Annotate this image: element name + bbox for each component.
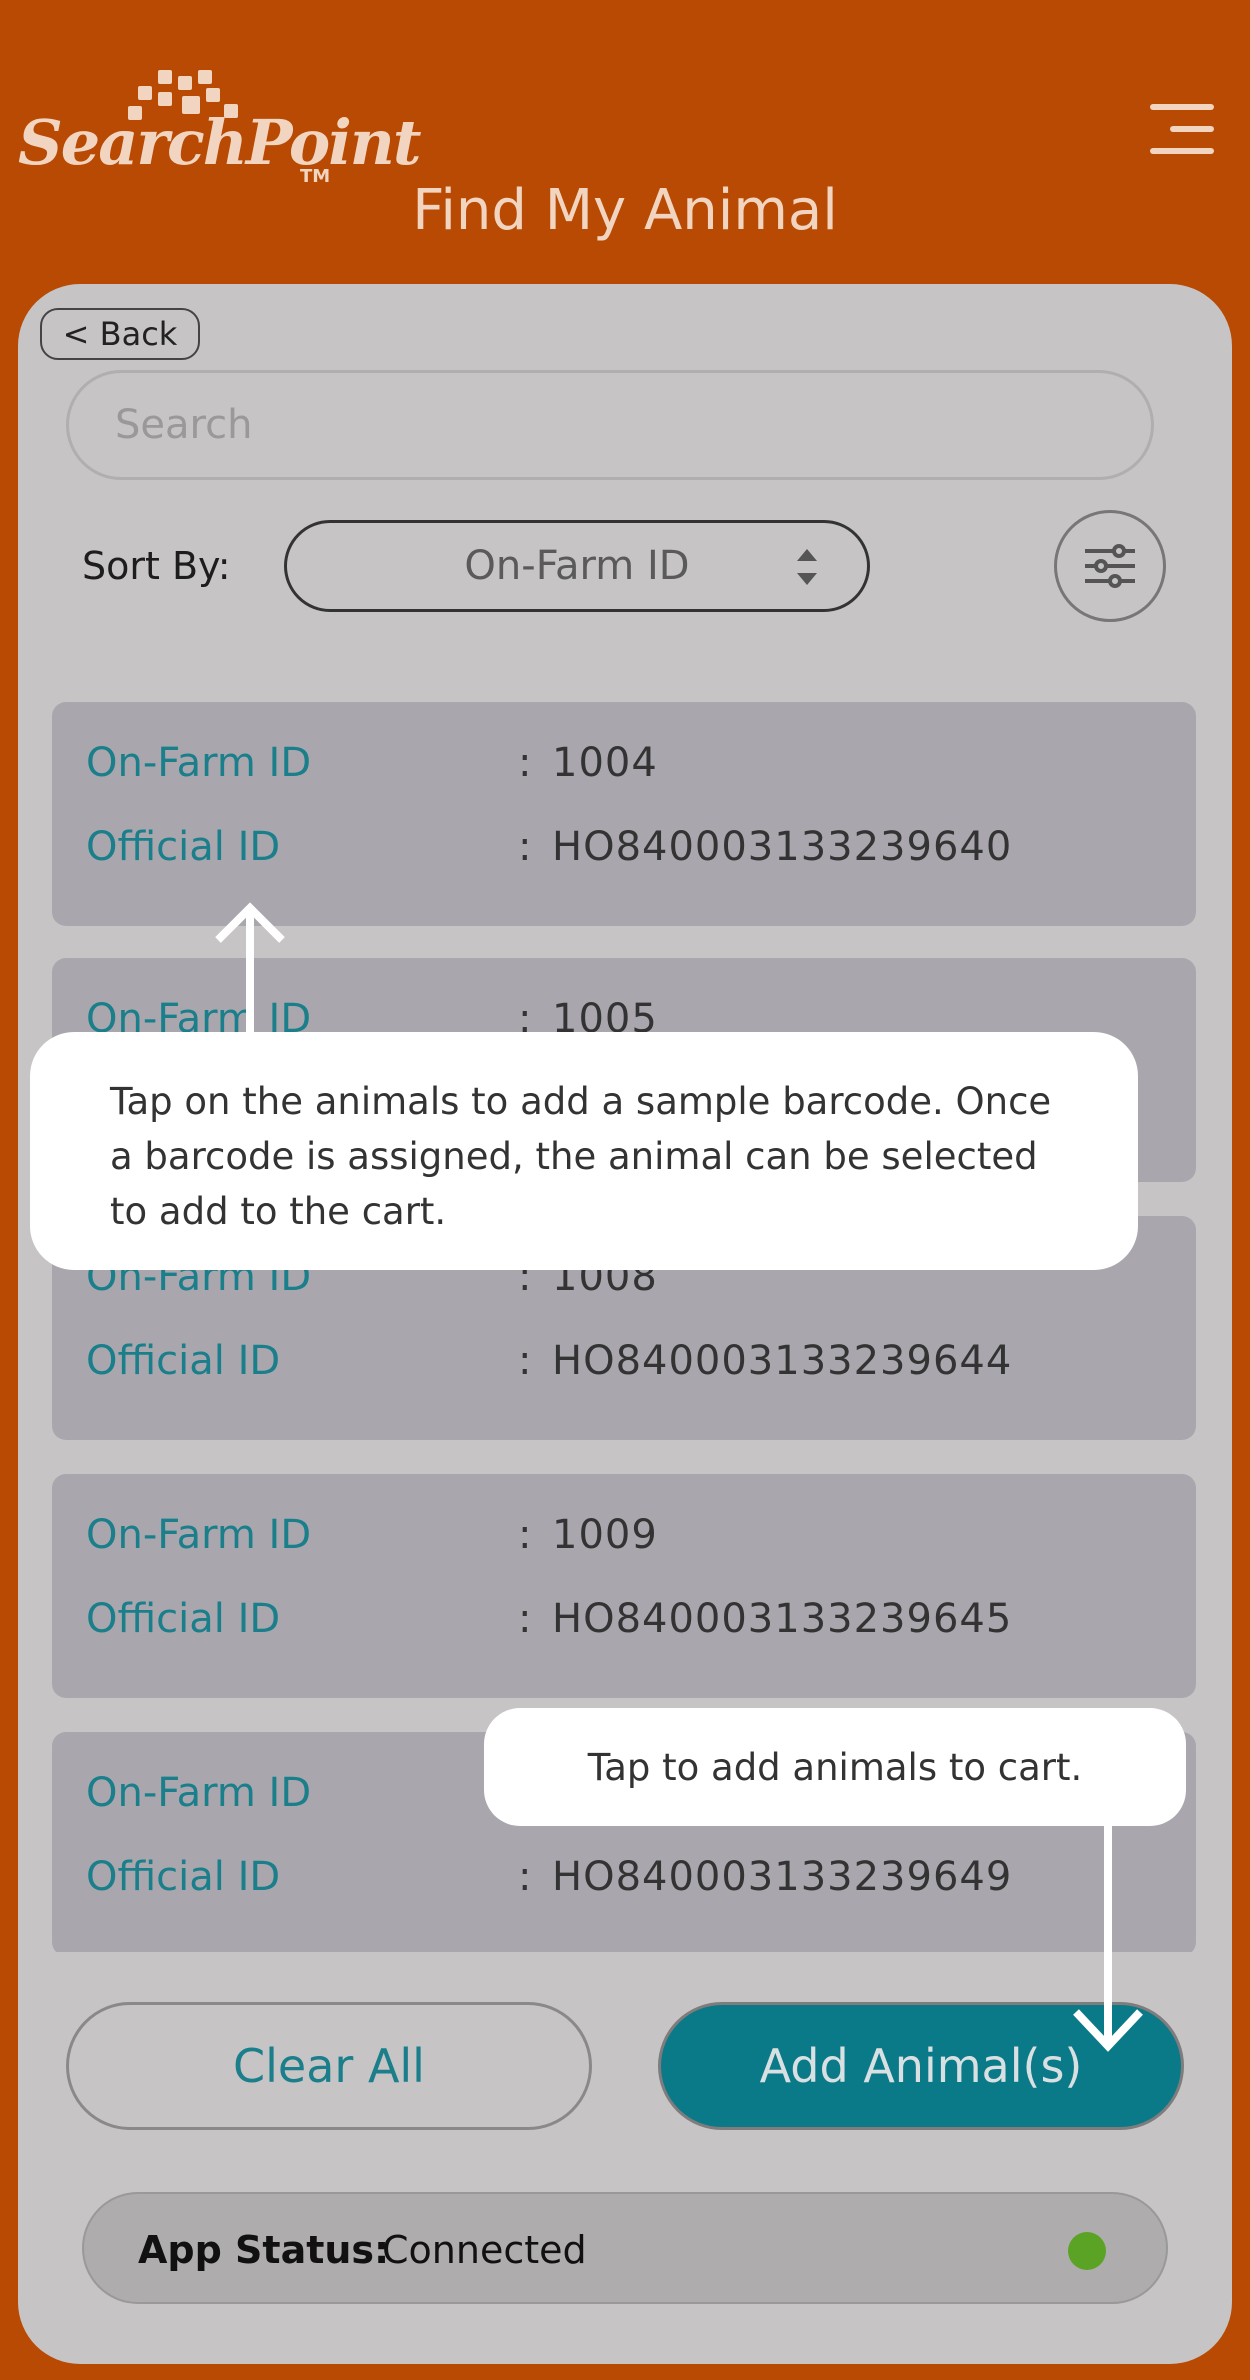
searchpoint-logo: SearchPoint TM [18,66,421,196]
filter-button[interactable] [1054,510,1166,622]
sort-label: Sort By: [82,544,231,588]
farm-id-value: 1004 [552,740,658,786]
arrow-up-icon [215,902,285,1040]
back-button[interactable]: < Back [40,308,200,360]
official-id-label: Official ID [86,1338,281,1384]
colon: : [518,740,532,786]
arrow-down-icon [1073,1824,1143,2052]
farm-id-label: On-Farm ID [86,1512,312,1558]
colon: : [518,1512,532,1558]
clear-all-button[interactable]: Clear All [66,2002,592,2130]
colon: : [518,1854,532,1900]
animals-tip-callout: Tap on the animals to add a sample barco… [30,1032,1138,1270]
farm-id-value: 1009 [552,1512,658,1558]
up-down-chevron-icon [795,549,819,585]
official-id-value: HO840003133239649 [552,1854,1013,1900]
official-id-label: Official ID [86,1596,281,1642]
sort-select[interactable]: On-Farm ID [284,520,870,612]
colon: : [518,1596,532,1642]
sliders-filter-icon [1085,544,1135,588]
cart-tip-callout: Tap to add animals to cart. [484,1708,1186,1826]
logo-wordmark: SearchPoint [18,106,421,179]
farm-id-label: On-Farm ID [86,1770,312,1816]
colon: : [518,824,532,870]
colon: : [518,1338,532,1384]
hamburger-menu-icon[interactable] [1150,104,1214,156]
main-panel: < Back Search Sort By: On-Farm ID On-Far… [18,284,1232,2364]
status-indicator-icon [1068,2232,1106,2270]
sort-value: On-Farm ID [464,543,690,589]
official-id-label: Official ID [86,1854,281,1900]
official-id-value: HO840003133239640 [552,824,1013,870]
search-placeholder: Search [115,402,253,448]
page-title: Find My Animal [412,178,838,243]
app-header: SearchPoint TM Find My Animal [0,0,1250,290]
official-id-value: HO840003133239645 [552,1596,1013,1642]
animal-card[interactable]: On-Farm ID : 1004 Official ID : HO840003… [52,702,1196,926]
animal-card[interactable]: On-Farm ID : 1009 Official ID : HO840003… [52,1474,1196,1698]
status-label: App Status: [138,2228,390,2272]
status-value: Connected [382,2228,587,2272]
farm-id-label: On-Farm ID [86,740,312,786]
app-status-bar: App Status: Connected [82,2192,1168,2304]
search-input[interactable]: Search [66,370,1154,480]
official-id-label: Official ID [86,824,281,870]
official-id-value: HO840003133239644 [552,1338,1013,1384]
